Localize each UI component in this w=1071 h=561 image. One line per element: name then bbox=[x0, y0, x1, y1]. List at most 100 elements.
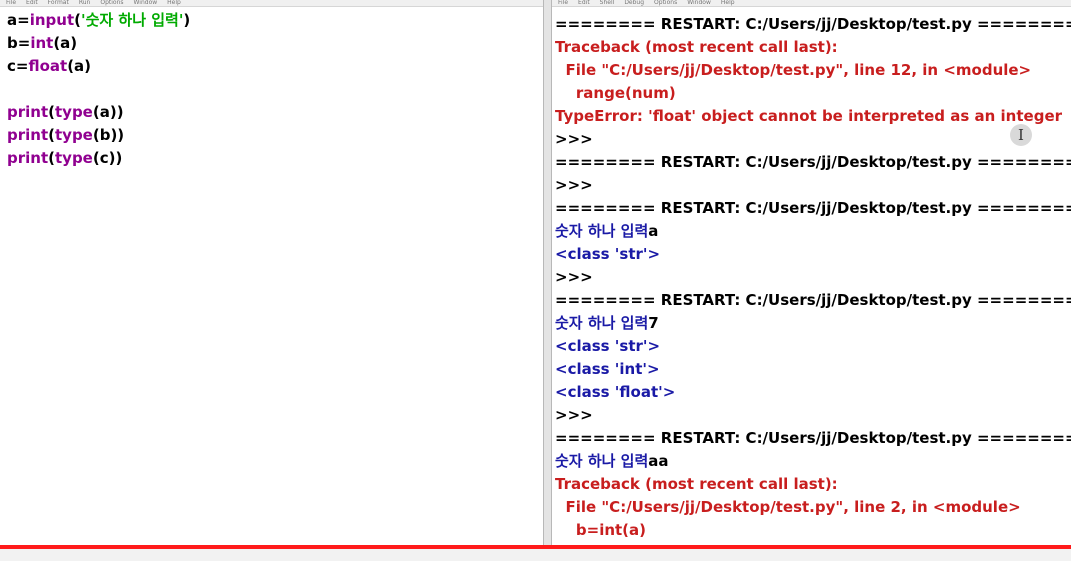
shell-line: ======== RESTART: C:/Users/jj/Desktop/te… bbox=[555, 197, 1071, 220]
editor-line: a=input('숫자 하나 입력') bbox=[7, 9, 190, 32]
editor-token: float bbox=[28, 57, 68, 75]
shell-menu-options[interactable]: Options bbox=[654, 0, 677, 6]
shell-line: File "C:/Users/jj/Desktop/test.py", line… bbox=[555, 496, 1071, 519]
shell-line: <class 'int'> bbox=[555, 358, 1071, 381]
editor-token: c= bbox=[7, 57, 29, 75]
shell-line: Traceback (most recent call last): bbox=[555, 473, 1071, 496]
shell-token: ======== RESTART: C:/Users/jj/Desktop/te… bbox=[555, 15, 1071, 33]
editor-token: type bbox=[55, 149, 93, 167]
shell-token: ======== RESTART: C:/Users/jj/Desktop/te… bbox=[555, 291, 1071, 309]
shell-line: b=int(a) bbox=[555, 519, 1071, 542]
shell-line: Traceback (most recent call last): bbox=[555, 36, 1071, 59]
editor-token: (b)) bbox=[92, 126, 125, 144]
editor-token: (c)) bbox=[92, 149, 123, 167]
i-beam-cursor-icon: I bbox=[1010, 124, 1032, 146]
editor-menubar: File Edit Format Run Options Window Help bbox=[0, 0, 543, 7]
shell-line: <class 'float'> bbox=[555, 381, 1071, 404]
editor-token: ) bbox=[183, 11, 191, 29]
shell-line: >>> bbox=[555, 266, 1071, 289]
shell-token: >>> bbox=[555, 268, 593, 286]
shell-token: <class 'int'> bbox=[555, 360, 660, 378]
editor-token: b= bbox=[7, 34, 31, 52]
editor-token: type bbox=[55, 126, 93, 144]
shell-token: Traceback (most recent call last): bbox=[555, 475, 838, 493]
shell-line: ======== RESTART: C:/Users/jj/Desktop/te… bbox=[555, 427, 1071, 450]
window-divider bbox=[543, 0, 552, 561]
editor-line: print(type(c)) bbox=[7, 147, 190, 170]
editor-window: File Edit Format Run Options Window Help a=inp… bbox=[0, 0, 543, 561]
shell-menu-help[interactable]: Help bbox=[721, 0, 735, 6]
shell-line: range(num) bbox=[555, 82, 1071, 105]
shell-token: ======== RESTART: C:/Users/jj/Desktop/te… bbox=[555, 199, 1071, 217]
shell-line: File "C:/Users/jj/Desktop/test.py", line… bbox=[555, 59, 1071, 82]
shell-token: File "C:/Users/jj/Desktop/test.py", line… bbox=[555, 498, 1021, 516]
shell-token: 7 bbox=[648, 314, 659, 332]
editor-token: print bbox=[7, 126, 49, 144]
shell-menu-file[interactable]: File bbox=[558, 0, 568, 6]
shell-output-area[interactable]: ======== RESTART: C:/Users/jj/Desktop/te… bbox=[555, 13, 1071, 561]
shell-menu-debug[interactable]: Debug bbox=[624, 0, 644, 6]
editor-menu-window[interactable]: Window bbox=[134, 0, 158, 6]
shell-token: ======== RESTART: C:/Users/jj/Desktop/te… bbox=[555, 153, 1071, 171]
shell-line: >>> bbox=[555, 404, 1071, 427]
shell-token: TypeError: 'float' object cannot be inte… bbox=[555, 107, 1063, 125]
shell-token: >>> bbox=[555, 130, 593, 148]
shell-token: File "C:/Users/jj/Desktop/test.py", line… bbox=[555, 61, 1032, 79]
shell-token: b=int(a) bbox=[555, 521, 647, 539]
editor-token: print bbox=[7, 149, 49, 167]
editor-token: input bbox=[29, 11, 75, 29]
editor-code-area[interactable]: a=input('숫자 하나 입력') b=int(a) c=float(a) pri… bbox=[7, 9, 190, 170]
shell-menubar: File Edit Shell Debug Options Window Help bbox=[552, 0, 1071, 7]
editor-menu-options[interactable]: Options bbox=[100, 0, 123, 6]
shell-token: ======== RESTART: C:/Users/jj/Desktop/te… bbox=[555, 429, 1071, 447]
shell-line: 숫자 하나 입력aa bbox=[555, 450, 1071, 473]
shell-token: >>> bbox=[555, 406, 593, 424]
editor-token: type bbox=[55, 103, 93, 121]
shell-line: ======== RESTART: C:/Users/jj/Desktop/te… bbox=[555, 151, 1071, 174]
editor-token: (a) bbox=[67, 57, 92, 75]
shell-token: 숫자 하나 입력 bbox=[555, 314, 649, 332]
shell-token: aa bbox=[648, 452, 669, 470]
shell-line: >>> bbox=[555, 174, 1071, 197]
shell-line: <class 'str'> bbox=[555, 243, 1071, 266]
editor-token: int bbox=[30, 34, 54, 52]
editor-line: c=float(a) bbox=[7, 55, 190, 78]
editor-token: '숫자 하나 입력' bbox=[80, 11, 184, 29]
shell-menu-window[interactable]: Window bbox=[687, 0, 711, 6]
editor-menu-run[interactable]: Run bbox=[79, 0, 91, 6]
shell-token: a bbox=[648, 222, 659, 240]
shell-line: <class 'str'> bbox=[555, 335, 1071, 358]
shell-line: ======== RESTART: C:/Users/jj/Desktop/te… bbox=[555, 289, 1071, 312]
shell-token: <class 'str'> bbox=[555, 337, 661, 355]
shell-menu-shell[interactable]: Shell bbox=[600, 0, 615, 6]
shell-line: 숫자 하나 입력7 bbox=[555, 312, 1071, 335]
editor-line: print(type(a)) bbox=[7, 101, 190, 124]
bottom-strip bbox=[0, 549, 1071, 561]
shell-token: range(num) bbox=[555, 84, 676, 102]
editor-token: ( bbox=[48, 126, 55, 144]
shell-window: File Edit Shell Debug Options Window Help ====… bbox=[552, 0, 1071, 561]
editor-token: print bbox=[7, 103, 49, 121]
editor-token: ( bbox=[74, 11, 81, 29]
editor-line: print(type(b)) bbox=[7, 124, 190, 147]
shell-token: 숫자 하나 입력 bbox=[555, 222, 649, 240]
editor-menu-edit[interactable]: Edit bbox=[26, 0, 38, 6]
editor-line: b=int(a) bbox=[7, 32, 190, 55]
shell-menu-edit[interactable]: Edit bbox=[578, 0, 590, 6]
shell-line: ======== RESTART: C:/Users/jj/Desktop/te… bbox=[555, 13, 1071, 36]
editor-menu-help[interactable]: Help bbox=[167, 0, 181, 6]
editor-token: ( bbox=[48, 149, 55, 167]
editor-token: (a)) bbox=[92, 103, 124, 121]
shell-token: 숫자 하나 입력 bbox=[555, 452, 649, 470]
shell-line: >>> bbox=[555, 128, 1071, 151]
shell-token: Traceback (most recent call last): bbox=[555, 38, 838, 56]
editor-menu-file[interactable]: File bbox=[6, 0, 16, 6]
shell-line: TypeError: 'float' object cannot be inte… bbox=[555, 105, 1071, 128]
shell-line: 숫자 하나 입력a bbox=[555, 220, 1071, 243]
editor-menu-format[interactable]: Format bbox=[48, 0, 69, 6]
editor-token: ( bbox=[48, 103, 55, 121]
editor-token: (a) bbox=[53, 34, 78, 52]
shell-token: <class 'float'> bbox=[555, 383, 676, 401]
shell-token: >>> bbox=[555, 176, 593, 194]
